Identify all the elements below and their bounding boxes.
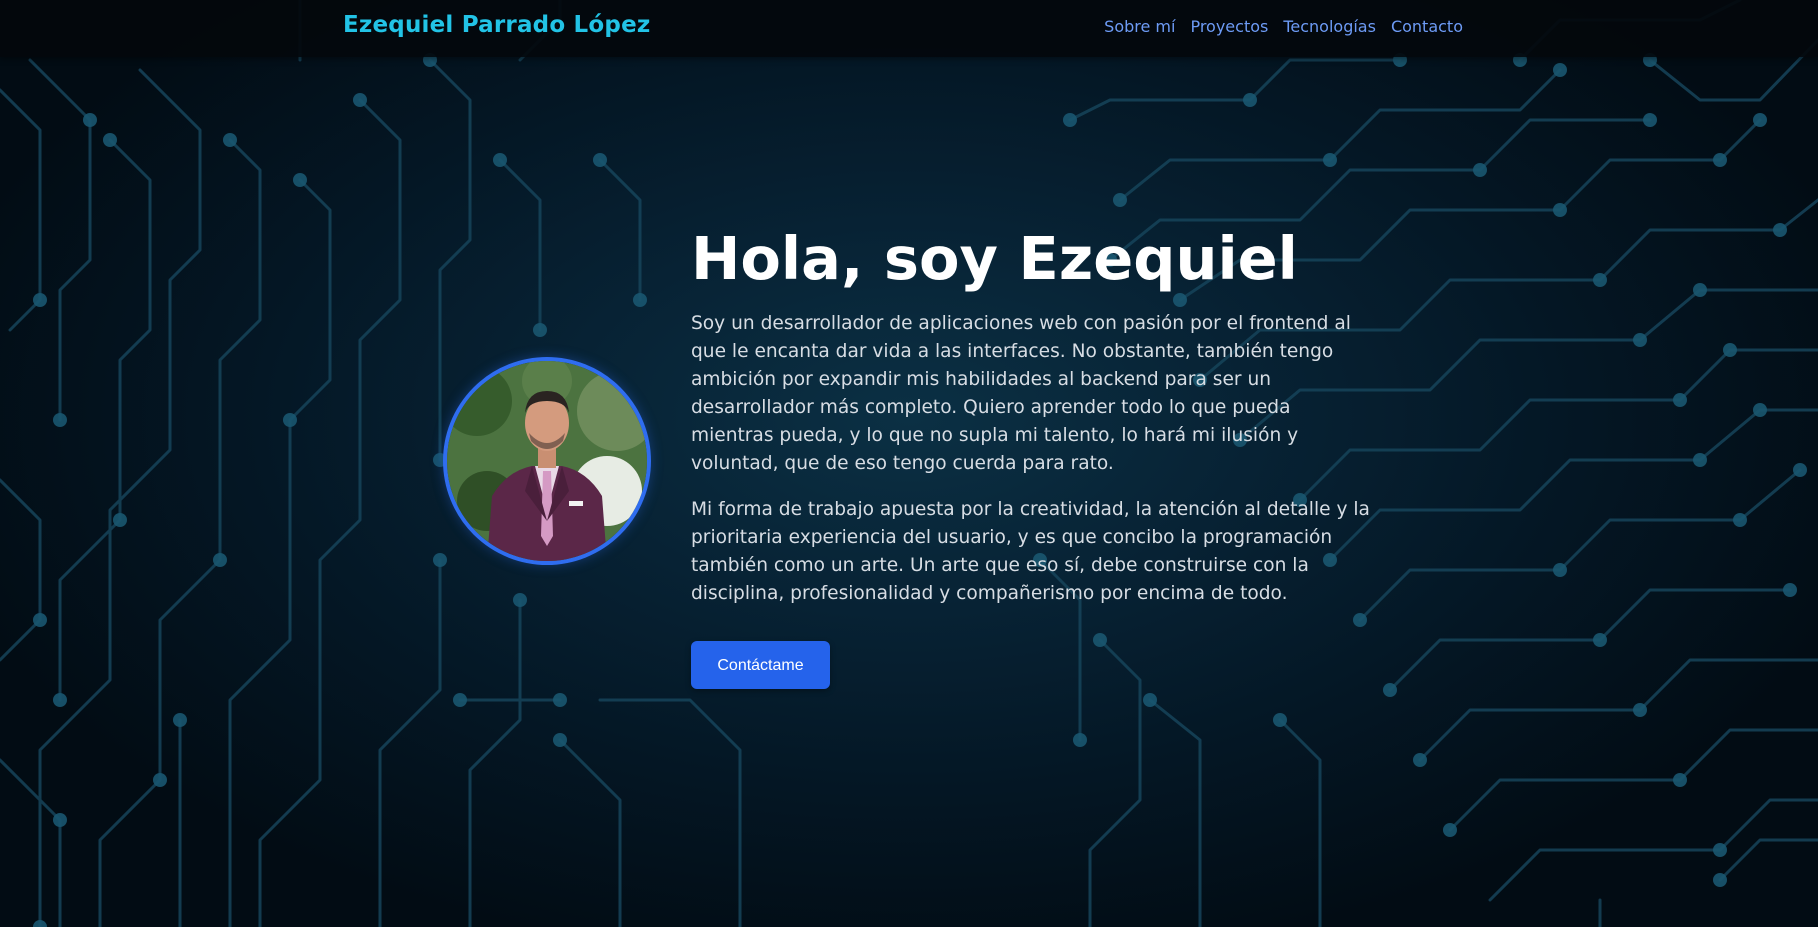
nav-link-sobre-mi[interactable]: Sobre mí <box>1104 17 1175 36</box>
nav-link-tecnologias[interactable]: Tecnologías <box>1283 17 1376 36</box>
nav-link-proyectos[interactable]: Proyectos <box>1190 17 1268 36</box>
nav-link-contacto[interactable]: Contacto <box>1391 17 1463 36</box>
contact-button[interactable]: Contáctame <box>691 641 830 689</box>
hero-content: Hola, soy Ezequiel Soy un desarrollador … <box>691 220 1371 689</box>
profile-photo-illustration <box>447 361 647 561</box>
top-navbar: Ezequiel Parrado López Sobre mí Proyecto… <box>0 0 1818 57</box>
page: Ezequiel Parrado López Sobre mí Proyecto… <box>0 0 1818 927</box>
hero-intro-paragraph: Soy un desarrollador de aplicaciones web… <box>691 313 1351 474</box>
nav-links: Sobre mí Proyectos Tecnologías Contacto <box>1104 17 1463 36</box>
hero-title: Hola, soy Ezequiel <box>691 224 1298 293</box>
profile-photo <box>443 357 651 565</box>
site-brand[interactable]: Ezequiel Parrado López <box>343 12 650 38</box>
hero-work-paragraph: Mi forma de trabajo apuesta por la creat… <box>691 499 1370 604</box>
